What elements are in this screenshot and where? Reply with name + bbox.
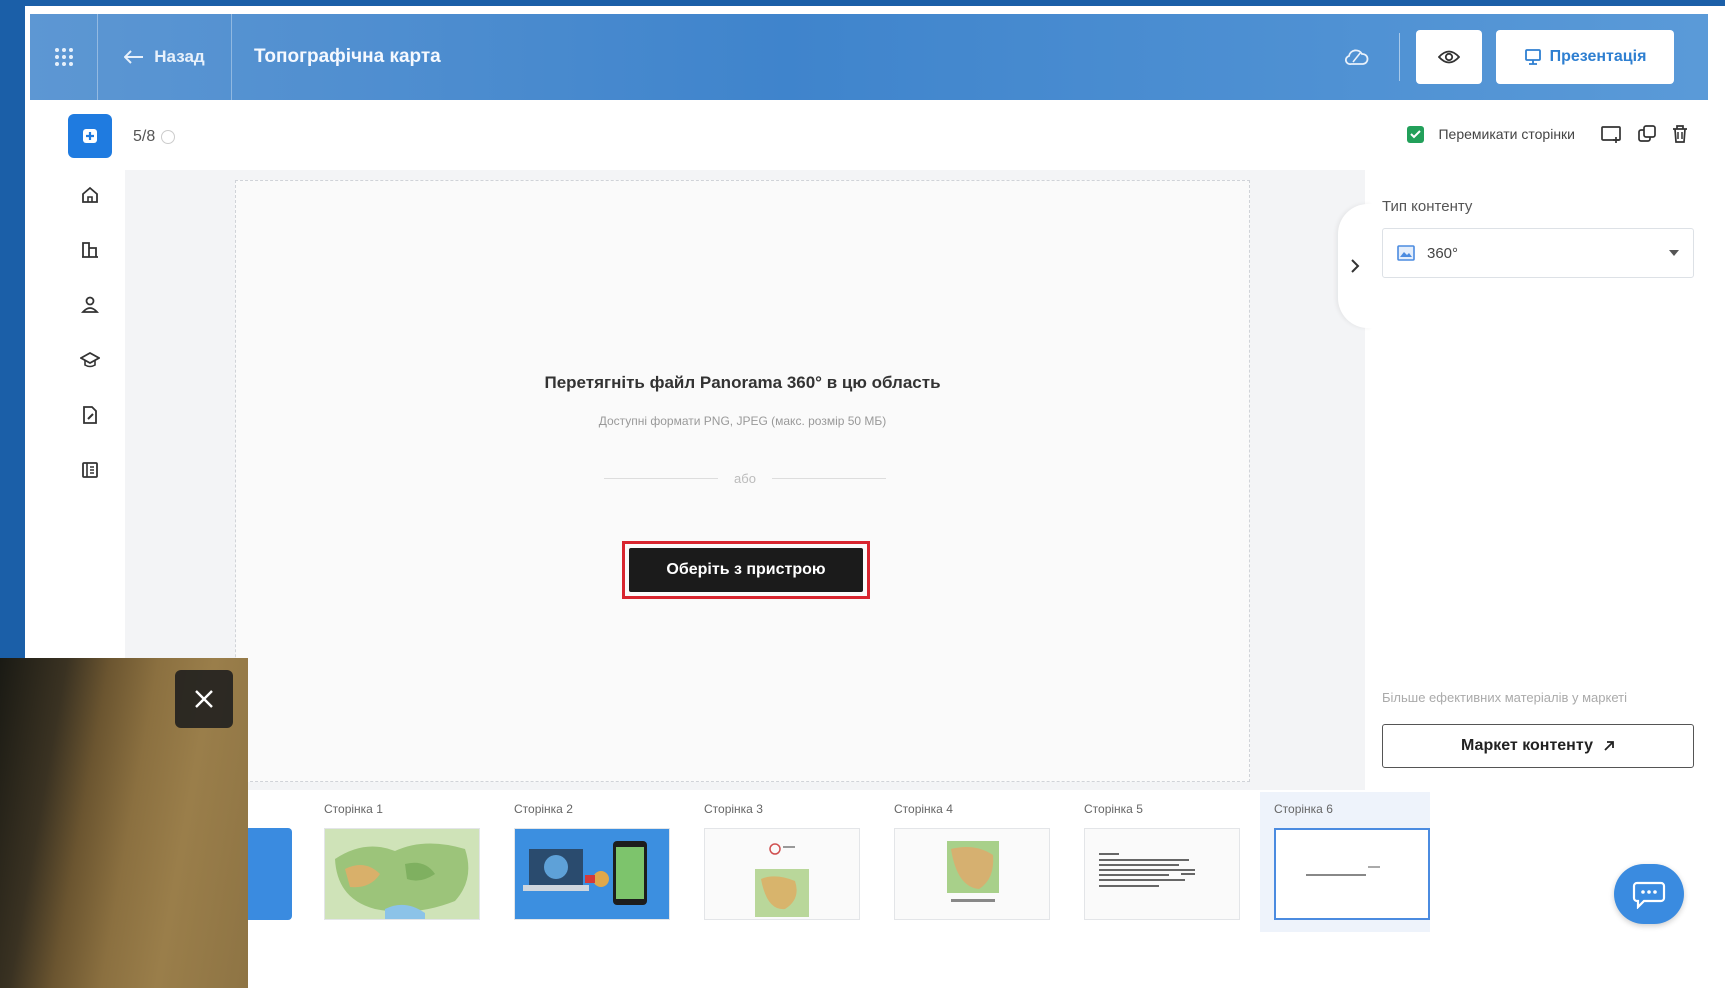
- check-icon: [1410, 129, 1422, 138]
- plus-square-icon: [83, 129, 97, 143]
- divider: [1399, 33, 1400, 81]
- sidebar-item-users[interactable]: [68, 286, 112, 324]
- switch-pages-checkbox[interactable]: [1407, 125, 1425, 143]
- switch-pages-label: Перемикати сторінки: [1438, 126, 1575, 142]
- page-tools: Перемикати сторінки: [1407, 124, 1689, 144]
- thumbnail-label: Сторінка 6: [1274, 802, 1333, 816]
- content-type-select[interactable]: 360°: [1382, 228, 1694, 278]
- thumbnail-page-3[interactable]: Сторінка 3: [690, 792, 860, 932]
- thumbnail-label: Сторінка 2: [514, 802, 573, 816]
- thumbnail-label: Сторінка 5: [1084, 802, 1143, 816]
- library-icon: [82, 462, 98, 478]
- file-dropzone[interactable]: Перетягніть файл Panorama 360° в цю обла…: [235, 180, 1250, 782]
- or-label: або: [734, 471, 756, 486]
- thumbnail-image: [894, 828, 1050, 920]
- thumbnail-page-1[interactable]: Сторінка 1: [310, 792, 480, 932]
- eye-icon: [1438, 50, 1460, 64]
- highlight-frame: Оберіть з пристрою: [622, 541, 870, 599]
- cloud-sync-icon[interactable]: [1337, 48, 1377, 66]
- caret-down-icon: [1669, 250, 1679, 256]
- divider-line: [771, 478, 886, 479]
- or-divider: або: [604, 471, 886, 486]
- back-label: Назад: [154, 47, 205, 66]
- info-icon[interactable]: [161, 130, 176, 144]
- thumbnail-page-4[interactable]: Сторінка 4: [880, 792, 1050, 932]
- content-type-label: Тип контенту: [1382, 198, 1473, 215]
- content-market-label: Маркет контенту: [1461, 737, 1593, 754]
- graduation-cap-icon: [80, 351, 100, 368]
- document-edit-icon: [83, 406, 97, 424]
- presentation-label: Презентація: [1549, 48, 1647, 65]
- divider-line: [604, 478, 719, 479]
- back-button[interactable]: Назад: [98, 14, 232, 100]
- preview-button[interactable]: [1416, 30, 1482, 84]
- presentation-icon: [1524, 49, 1541, 65]
- thumbnail-label: Сторінка 4: [894, 802, 953, 816]
- thumbnail-label: Сторінка 3: [704, 802, 763, 816]
- add-slide-icon[interactable]: [1601, 124, 1623, 144]
- thumbnail-page-5[interactable]: Сторінка 5: [1070, 792, 1240, 932]
- sidebar-item-courses[interactable]: [68, 341, 112, 379]
- add-page-button[interactable]: [68, 114, 112, 158]
- page-counter: 5/8: [133, 128, 176, 146]
- thumbnail-label: Сторінка 1: [324, 802, 383, 816]
- chevron-right-icon: [1351, 259, 1360, 273]
- thumbnail-page-2[interactable]: Сторінка 2: [500, 792, 670, 932]
- thumbnail-image: [324, 828, 480, 920]
- thumbnail-image: [514, 828, 670, 920]
- thumbnail-page-6[interactable]: Сторінка 6: [1260, 792, 1430, 932]
- right-panel: Тип контенту 360° Більше ефективних мате…: [1372, 170, 1708, 790]
- dropzone-title: Перетягніть файл Panorama 360° в цю обла…: [544, 373, 941, 392]
- sidebar-item-documents[interactable]: [68, 396, 112, 434]
- sidebar-item-buildings[interactable]: [68, 231, 112, 269]
- arrow-left-icon: [124, 50, 144, 64]
- choose-from-device-button[interactable]: Оберіть з пристрою: [629, 548, 863, 592]
- content-market-button[interactable]: Маркет контенту: [1382, 724, 1694, 768]
- chat-bubble-icon: [1632, 881, 1666, 909]
- panel-toggle-button[interactable]: [1338, 204, 1372, 328]
- dropzone-subtitle: Доступні формати PNG, JPEG (макс. розмір…: [598, 414, 887, 428]
- presentation-button[interactable]: Презентація: [1496, 30, 1674, 84]
- webcam-overlay: [0, 658, 248, 988]
- sidebar-item-home[interactable]: [68, 176, 112, 214]
- sidebar-item-library[interactable]: [68, 451, 112, 489]
- building-icon: [82, 242, 98, 258]
- home-icon: [82, 186, 98, 203]
- market-hint: Більше ефективних матеріалів у маркеті: [1382, 690, 1627, 705]
- thumbnail-image: [1084, 828, 1240, 920]
- thumbnail-image: [704, 828, 860, 920]
- close-webcam-button[interactable]: [175, 670, 233, 728]
- page-title: Топографічна карта: [254, 46, 441, 67]
- top-bar: Назад Топографічна карта Презентація: [30, 14, 1708, 100]
- thumbnail-image: [1274, 828, 1430, 920]
- close-icon: [195, 690, 213, 708]
- page-counter-value: 5/8: [133, 128, 156, 145]
- apps-grid-icon[interactable]: [30, 14, 98, 100]
- content-type-value: 360°: [1427, 244, 1459, 262]
- user-icon: [81, 296, 99, 313]
- external-arrow-icon: [1604, 741, 1614, 751]
- image-icon: [1397, 245, 1415, 261]
- duplicate-icon[interactable]: [1637, 124, 1657, 144]
- chat-button[interactable]: [1614, 864, 1684, 924]
- trash-icon[interactable]: [1671, 124, 1689, 144]
- page-thumbnails: Сторінка 1 Сторінка 2 Сторінка 3 Сторінк…: [240, 792, 1440, 932]
